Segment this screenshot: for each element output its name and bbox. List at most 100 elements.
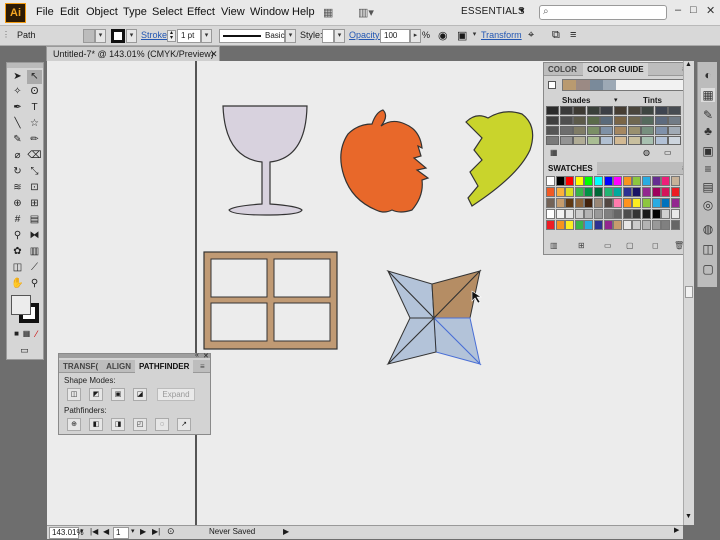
intersect-button[interactable]: ▣ xyxy=(111,388,125,401)
swatch[interactable] xyxy=(546,198,555,208)
guide-swatch[interactable] xyxy=(559,116,573,125)
swatch[interactable] xyxy=(603,209,613,219)
swatch[interactable] xyxy=(632,198,642,208)
swatch[interactable] xyxy=(651,209,661,219)
illustrator-logo[interactable]: Ai xyxy=(5,3,26,23)
recolor-artwork-icon[interactable]: ◉ xyxy=(438,29,448,42)
next-artboard-icon[interactable]: ▶ xyxy=(140,527,146,536)
swatch[interactable] xyxy=(546,176,555,186)
status-menu-icon[interactable]: ▶ xyxy=(283,527,289,536)
swatch[interactable] xyxy=(670,176,680,186)
guide-swatch[interactable] xyxy=(614,136,627,145)
gradient-tool-icon[interactable]: ▤ xyxy=(27,213,42,227)
tab-swatches[interactable]: SWATCHES xyxy=(544,162,597,175)
guide-swatch[interactable] xyxy=(573,116,587,125)
stroke-dropdown[interactable]: ▾ xyxy=(126,29,137,43)
swatch[interactable] xyxy=(574,220,584,230)
swatch[interactable] xyxy=(574,176,584,186)
harmony-strip[interactable] xyxy=(562,79,684,91)
graphic-styles-panel-icon[interactable]: ▣ xyxy=(701,144,715,158)
swatch[interactable] xyxy=(574,187,584,197)
horizontal-scrollbar[interactable]: ▶ xyxy=(290,526,683,537)
swatch[interactable] xyxy=(565,176,575,186)
guide-swatch[interactable] xyxy=(600,126,614,135)
exclude-button[interactable]: ◪ xyxy=(133,388,147,401)
guide-swatch[interactable] xyxy=(573,126,587,135)
shape-builder-tool-icon[interactable]: ⊕ xyxy=(10,197,25,211)
swatch[interactable] xyxy=(613,187,623,197)
last-artboard-icon[interactable]: ▶| xyxy=(152,527,160,536)
fill-dropdown[interactable]: ▾ xyxy=(95,29,106,43)
trim-button[interactable]: ◧ xyxy=(89,418,103,431)
show-kinds-icon[interactable]: ⊞ xyxy=(578,241,585,250)
base-color-swatch[interactable] xyxy=(548,81,556,89)
swatch[interactable] xyxy=(661,209,671,219)
blob-brush-tool-icon[interactable]: ⌀ xyxy=(10,149,25,163)
swatch[interactable] xyxy=(555,209,565,219)
menu-effect[interactable]: Effect xyxy=(187,6,215,18)
swatch[interactable] xyxy=(661,187,671,197)
minus-front-button[interactable]: ◩ xyxy=(89,388,103,401)
swatch[interactable] xyxy=(642,187,651,197)
swatch[interactable] xyxy=(603,176,613,186)
swatch[interactable] xyxy=(613,176,623,186)
guide-swatch[interactable] xyxy=(546,116,559,125)
hand-tool-icon[interactable]: ✋ xyxy=(10,277,25,291)
eraser-tool-icon[interactable]: ⌫ xyxy=(27,149,42,163)
swatch[interactable] xyxy=(642,220,651,230)
perspective-grid-tool-icon[interactable]: ⊞ xyxy=(27,197,42,211)
bridge-icon[interactable]: ▦ xyxy=(323,6,333,19)
guide-swatch[interactable] xyxy=(668,116,682,125)
swatch[interactable] xyxy=(603,220,613,230)
guide-swatch[interactable] xyxy=(627,126,641,135)
swatch[interactable] xyxy=(670,198,680,208)
arrange-documents-icon[interactable]: ▥▾ xyxy=(358,6,374,19)
swatch[interactable] xyxy=(546,209,555,219)
guide-swatch[interactable] xyxy=(668,136,682,145)
apple-shape[interactable] xyxy=(340,109,430,213)
guide-swatch[interactable] xyxy=(573,106,587,115)
swatch[interactable] xyxy=(594,187,603,197)
swatch[interactable] xyxy=(574,209,584,219)
swatch[interactable] xyxy=(670,209,680,219)
guide-swatch[interactable] xyxy=(627,136,641,145)
opacity-dropdown[interactable]: ▸ xyxy=(410,29,421,43)
align-dropdown[interactable]: ▾ xyxy=(469,29,480,43)
swatch[interactable] xyxy=(622,187,632,197)
menu-edit[interactable]: Edit xyxy=(60,6,79,18)
guide-swatch[interactable] xyxy=(627,116,641,125)
minus-back-button[interactable]: ↗ xyxy=(177,418,191,431)
swatch[interactable] xyxy=(603,187,613,197)
opacity-label[interactable]: Opacity: xyxy=(349,30,382,40)
four-point-star-shape[interactable] xyxy=(386,269,482,366)
guide-swatch[interactable] xyxy=(586,126,600,135)
scroll-up-icon[interactable]: ▲ xyxy=(685,61,692,68)
free-transform-tool-icon[interactable]: ⊡ xyxy=(27,181,42,195)
swatch[interactable] xyxy=(651,176,661,186)
guide-swatch[interactable] xyxy=(641,136,655,145)
layers-panel-icon[interactable]: ◫ xyxy=(701,242,715,256)
brush-definition-field[interactable]: Basic xyxy=(219,29,285,43)
new-swatch-icon[interactable]: ◻ xyxy=(652,241,659,250)
workspace-switcher[interactable]: ESSENTIALS xyxy=(461,6,525,17)
swatch[interactable] xyxy=(661,198,671,208)
swatch[interactable] xyxy=(546,220,555,230)
swatch[interactable] xyxy=(651,187,661,197)
swatch[interactable] xyxy=(642,209,651,219)
swatch[interactable] xyxy=(594,176,603,186)
guide-swatch[interactable] xyxy=(668,106,682,115)
swatch[interactable] xyxy=(584,209,594,219)
pen-tool-icon[interactable]: ✒ xyxy=(10,101,25,115)
previous-artboard-icon[interactable]: ◀ xyxy=(103,527,109,536)
guide-swatch[interactable] xyxy=(614,116,627,125)
zoom-field[interactable]: 143.01% xyxy=(49,527,84,539)
swatches-panel-icon[interactable]: ▦ xyxy=(701,88,715,102)
swatch[interactable] xyxy=(661,176,671,186)
symbol-sprayer-tool-icon[interactable]: ✿ xyxy=(10,245,25,259)
artboard-number-field[interactable]: 1 xyxy=(113,527,129,539)
wine-glass-shape[interactable] xyxy=(222,105,308,216)
guide-swatch[interactable] xyxy=(614,126,627,135)
stroke-swatch-control[interactable] xyxy=(111,29,125,43)
guide-swatch[interactable] xyxy=(586,116,600,125)
menu-type[interactable]: Type xyxy=(123,6,147,18)
